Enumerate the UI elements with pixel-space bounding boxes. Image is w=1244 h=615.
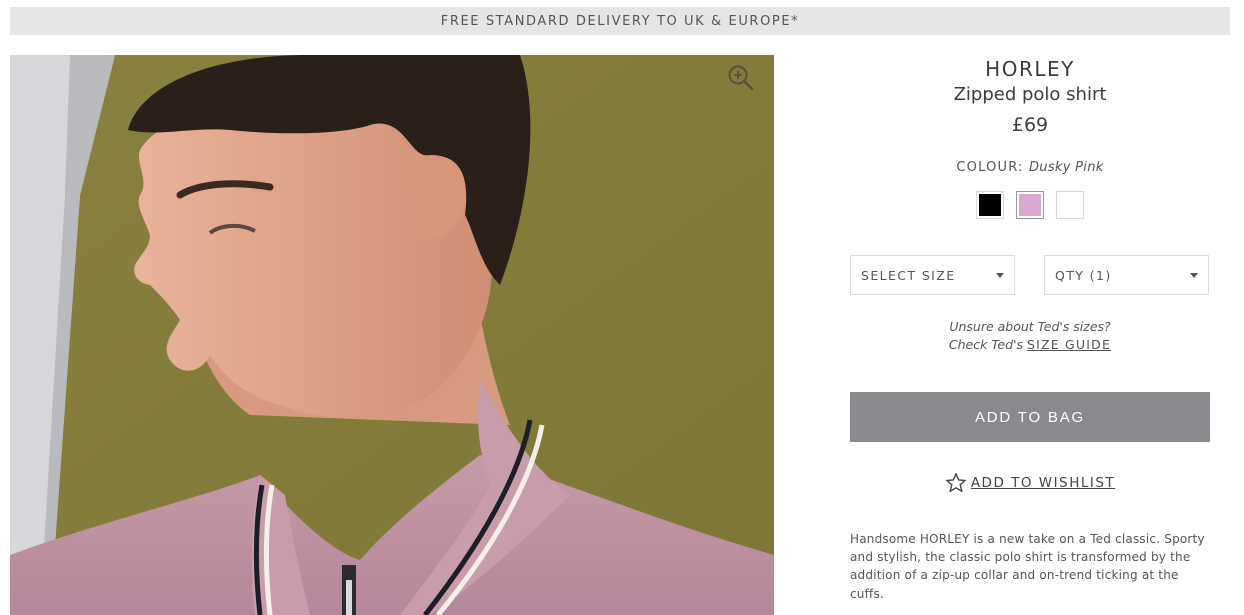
add-to-wishlist-link[interactable]: ADD TO WISHLIST bbox=[850, 472, 1210, 494]
wishlist-label: ADD TO WISHLIST bbox=[970, 475, 1116, 491]
size-select-value: SELECT SIZE bbox=[861, 267, 956, 283]
swatch-white[interactable] bbox=[1056, 191, 1084, 219]
star-icon bbox=[945, 472, 967, 494]
product-subtitle: Zipped polo shirt bbox=[953, 84, 1107, 105]
chevron-down-icon bbox=[996, 273, 1004, 278]
promo-text: FREE STANDARD DELIVERY TO UK & EUROPE* bbox=[440, 13, 800, 29]
promo-banner: FREE STANDARD DELIVERY TO UK & EUROPE* bbox=[10, 7, 1230, 35]
product-image[interactable] bbox=[10, 55, 774, 615]
product-description: Handsome HORLEY is a new take on a Ted c… bbox=[850, 532, 1205, 601]
size-guide-link[interactable]: SIZE GUIDE bbox=[1027, 337, 1111, 352]
swatch-black-fill bbox=[979, 194, 1001, 216]
product-photo bbox=[10, 55, 774, 615]
size-help-line1: Unsure about Ted's sizes? bbox=[949, 319, 1111, 334]
colour-value: Dusky Pink bbox=[1028, 160, 1104, 175]
chevron-down-icon bbox=[1190, 273, 1198, 278]
add-to-bag-button[interactable]: ADD TO BAG bbox=[850, 392, 1210, 442]
swatch-black[interactable] bbox=[976, 191, 1004, 219]
size-select[interactable]: SELECT SIZE bbox=[850, 255, 1015, 295]
size-help-text: Unsure about Ted's sizes? Check Ted's SI… bbox=[850, 318, 1210, 354]
product-brand: HORLEY bbox=[985, 57, 1075, 81]
size-help-prefix: Check Ted's bbox=[948, 337, 1023, 352]
quantity-select[interactable]: QTY (1) bbox=[1044, 255, 1209, 295]
colour-selection-label: COLOUR: Dusky Pink bbox=[850, 160, 1210, 175]
swatch-dusky-pink[interactable] bbox=[1016, 191, 1044, 219]
zoom-in-icon[interactable] bbox=[726, 63, 756, 93]
colour-label: COLOUR: bbox=[956, 160, 1024, 175]
product-price: £69 bbox=[1011, 114, 1049, 136]
quantity-select-value: QTY (1) bbox=[1055, 267, 1112, 283]
size-help-line2: Check Ted's SIZE GUIDE bbox=[850, 336, 1210, 354]
swatch-white-fill bbox=[1059, 194, 1081, 216]
swatch-dusky-pink-fill bbox=[1019, 194, 1041, 216]
